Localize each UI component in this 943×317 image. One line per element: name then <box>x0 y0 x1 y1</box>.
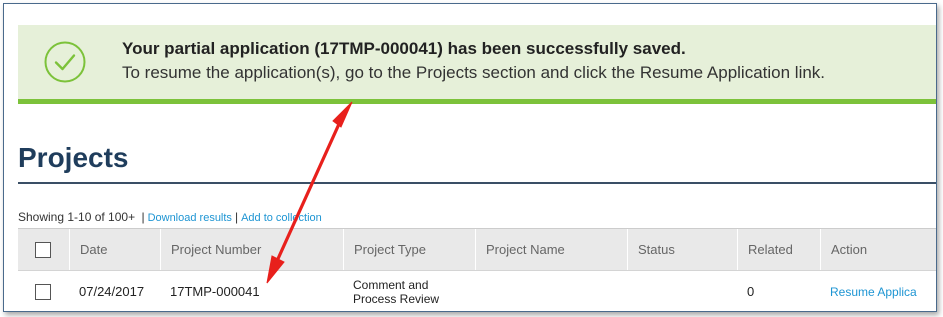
add-to-collection-link[interactable]: Add to collection <box>241 212 322 224</box>
column-header-status[interactable]: Status <box>627 229 737 270</box>
column-header-related[interactable]: Related <box>737 229 820 270</box>
header-select-cell <box>18 229 69 270</box>
cell-date: 07/24/2017 <box>79 284 145 299</box>
separator: | <box>141 210 145 224</box>
select-all-checkbox[interactable] <box>35 241 51 258</box>
column-header-project-number[interactable]: Project Number <box>160 229 343 270</box>
cell-action: Resume Applica <box>820 271 936 311</box>
check-circle-icon <box>44 41 86 83</box>
cell-project-number: 17TMP-000041 <box>170 284 260 299</box>
cell-project-type-line2: Process Review <box>353 291 440 306</box>
cell-status <box>627 271 737 311</box>
results-count: Showing 1-10 of 100+ <box>18 210 136 224</box>
cell-project-type-line1: Comment and <box>353 277 429 292</box>
download-results-link[interactable]: Download results <box>148 212 232 224</box>
table-row: 07/24/2017 17TMP-000041 Comment and Proc… <box>18 271 936 311</box>
title-divider <box>18 182 936 184</box>
banner-message: To resume the application(s), go to the … <box>122 63 826 82</box>
cell-related: 0 <box>747 284 755 299</box>
success-banner: Your partial application (17TMP-000041) … <box>18 25 936 104</box>
resume-application-link[interactable]: Resume Applica <box>830 285 917 299</box>
row-select-cell <box>18 271 69 311</box>
row-checkbox[interactable] <box>35 283 51 300</box>
table-header: Date Project Number Project Type Project… <box>18 228 936 271</box>
cell-project-type: Comment and Process Review <box>343 271 475 311</box>
column-header-date[interactable]: Date <box>69 229 160 270</box>
window-frame: Your partial application (17TMP-000041) … <box>3 3 937 312</box>
column-header-project-name[interactable]: Project Name <box>475 229 627 270</box>
column-header-action: Action <box>820 229 936 270</box>
column-header-project-type[interactable]: Project Type <box>343 229 475 270</box>
cell-project-name <box>475 271 627 311</box>
banner-title: Your partial application (17TMP-000041) … <box>122 39 686 58</box>
results-summary: Showing 1-10 of 100+ | Download results | A… <box>18 210 322 224</box>
page-title: Projects <box>18 142 129 173</box>
separator: | <box>234 210 239 224</box>
